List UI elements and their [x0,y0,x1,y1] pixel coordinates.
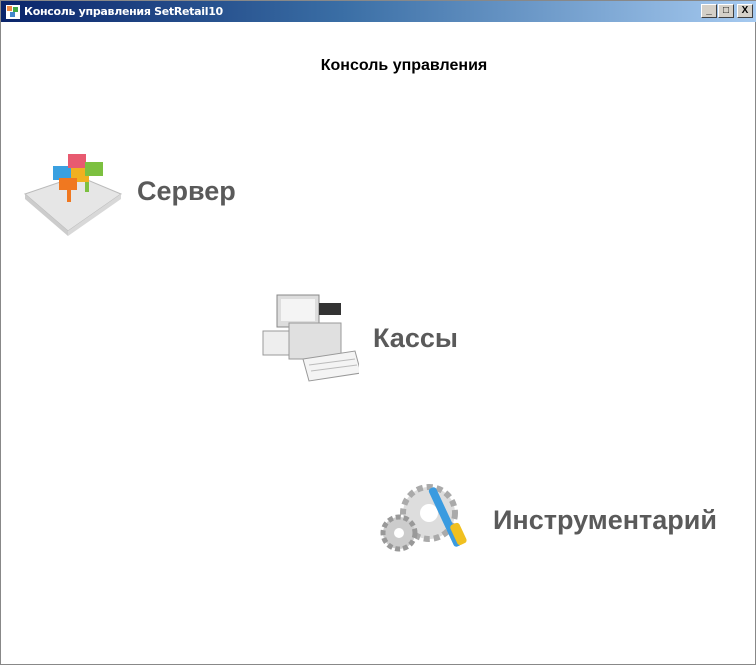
puzzle-server-icon [24,154,123,236]
tools-item[interactable]: Инструментарий [379,475,717,565]
gears-tools-icon [380,484,467,552]
page-title: Консоль управления [320,57,488,74]
server-label: Сервер [137,175,236,206]
cash-registers-item[interactable]: Кассы [259,293,458,383]
cash-registers-label: Кассы [373,322,458,353]
app-icon [6,4,20,19]
close-button[interactable]: X [737,4,753,18]
maximize-button[interactable]: □ [718,4,734,18]
window-title: Консоль управления SetRetail10 [24,5,223,18]
cash-register-icon [262,294,359,382]
minimize-button[interactable]: _ [701,4,717,18]
tools-label: Инструментарий [493,504,717,535]
server-item[interactable]: Сервер [23,146,236,236]
title-bar[interactable]: Консоль управления SetRetail10 _ □ X [1,1,756,22]
